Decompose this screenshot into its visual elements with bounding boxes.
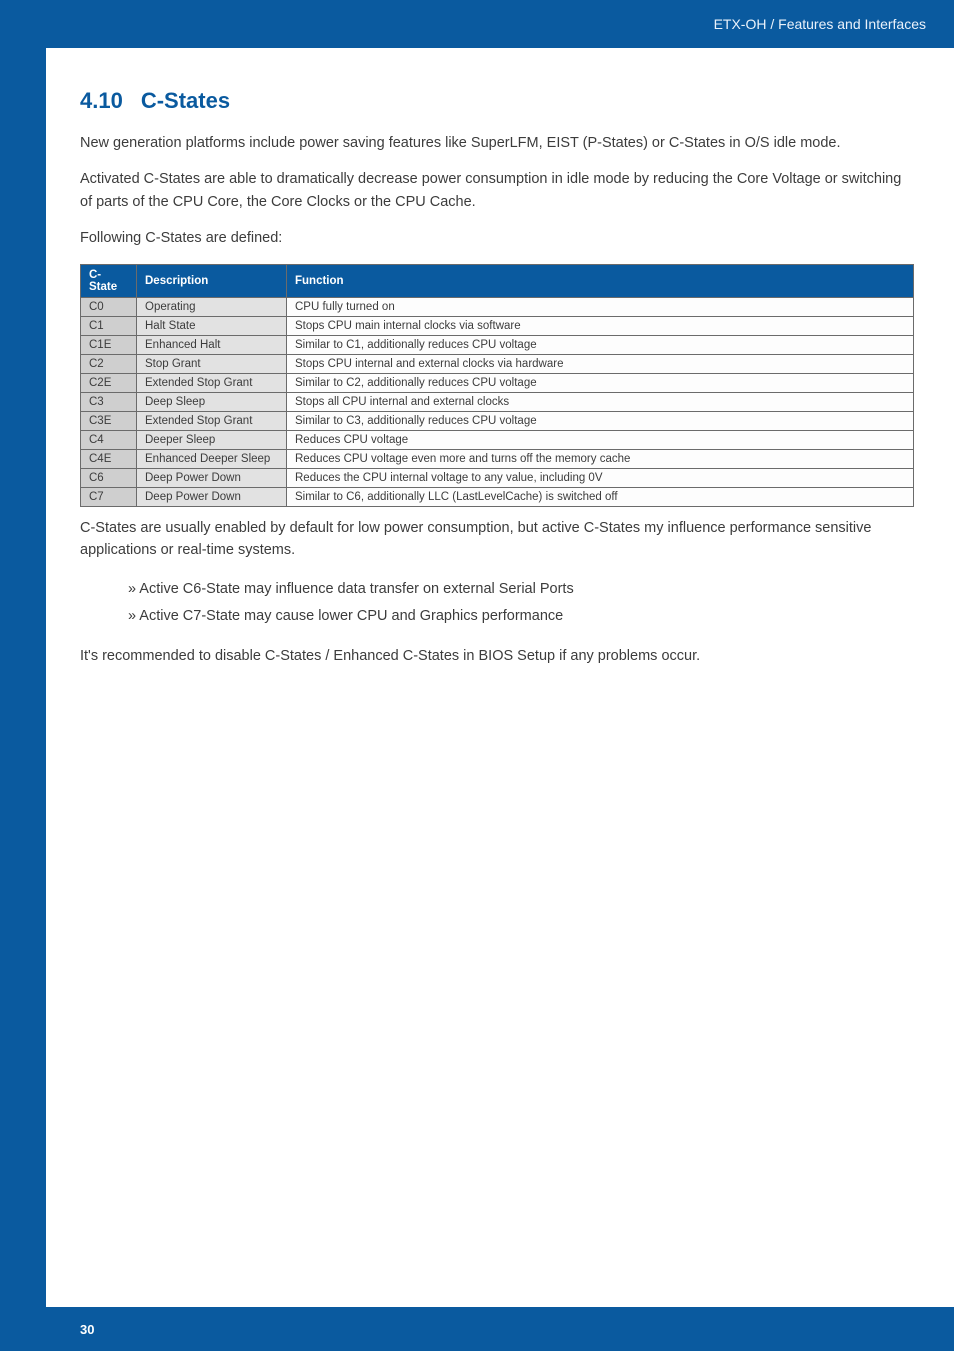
table-row: C0 Operating CPU fully turned on bbox=[81, 297, 914, 316]
table-row: C1E Enhanced Halt Similar to C1, additio… bbox=[81, 335, 914, 354]
cell-desc: Extended Stop Grant bbox=[137, 373, 287, 392]
left-stripe bbox=[0, 0, 46, 1351]
cell-desc: Stop Grant bbox=[137, 354, 287, 373]
table-row: C4 Deeper Sleep Reduces CPU voltage bbox=[81, 430, 914, 449]
cell-desc: Deep Sleep bbox=[137, 392, 287, 411]
cell-desc: Enhanced Deeper Sleep bbox=[137, 449, 287, 468]
cell-cstate: C4E bbox=[81, 449, 137, 468]
cell-cstate: C1 bbox=[81, 316, 137, 335]
cell-desc: Deep Power Down bbox=[137, 487, 287, 506]
cell-func: Reduces the CPU internal voltage to any … bbox=[287, 468, 914, 487]
table-row: C6 Deep Power Down Reduces the CPU inter… bbox=[81, 468, 914, 487]
page-content: 4.10 C-States New generation platforms in… bbox=[80, 88, 914, 681]
table-row: C2E Extended Stop Grant Similar to C2, a… bbox=[81, 373, 914, 392]
para-after-table: C-States are usually enabled by default … bbox=[80, 517, 914, 562]
bullet-list: Active C6-State may influence data trans… bbox=[128, 576, 914, 631]
cell-cstate: C3E bbox=[81, 411, 137, 430]
cell-func: Reduces CPU voltage even more and turns … bbox=[287, 449, 914, 468]
table-row: C3E Extended Stop Grant Similar to C3, a… bbox=[81, 411, 914, 430]
cell-desc: Deep Power Down bbox=[137, 468, 287, 487]
cell-desc: Extended Stop Grant bbox=[137, 411, 287, 430]
cell-cstate: C6 bbox=[81, 468, 137, 487]
cell-func: Reduces CPU voltage bbox=[287, 430, 914, 449]
cell-func: CPU fully turned on bbox=[287, 297, 914, 316]
breadcrumb: ETX-OH / Features and Interfaces bbox=[714, 16, 926, 32]
th-cstate: C-State bbox=[81, 264, 137, 297]
cell-cstate: C3 bbox=[81, 392, 137, 411]
cell-cstate: C0 bbox=[81, 297, 137, 316]
th-description: Description bbox=[137, 264, 287, 297]
cell-cstate: C1E bbox=[81, 335, 137, 354]
list-item: Active C6-State may influence data trans… bbox=[128, 576, 914, 604]
cell-desc: Deeper Sleep bbox=[137, 430, 287, 449]
cell-func: Stops CPU main internal clocks via softw… bbox=[287, 316, 914, 335]
cell-func: Similar to C3, additionally reduces CPU … bbox=[287, 411, 914, 430]
cell-desc: Enhanced Halt bbox=[137, 335, 287, 354]
section-title: 4.10 C-States bbox=[80, 88, 914, 114]
th-function: Function bbox=[287, 264, 914, 297]
header-bar: ETX-OH / Features and Interfaces bbox=[0, 0, 954, 48]
cell-func: Stops CPU internal and external clocks v… bbox=[287, 354, 914, 373]
cell-desc: Operating bbox=[137, 297, 287, 316]
table-row: C2 Stop Grant Stops CPU internal and ext… bbox=[81, 354, 914, 373]
table-row: C4E Enhanced Deeper Sleep Reduces CPU vo… bbox=[81, 449, 914, 468]
table-row: C3 Deep Sleep Stops all CPU internal and… bbox=[81, 392, 914, 411]
para-table-lead: Following C-States are defined: bbox=[80, 227, 914, 249]
cell-func: Similar to C6, additionally LLC (LastLev… bbox=[287, 487, 914, 506]
cstates-table: C-State Description Function C0 Operatin… bbox=[80, 264, 914, 507]
table-row: C1 Halt State Stops CPU main internal cl… bbox=[81, 316, 914, 335]
section-heading-text: C-States bbox=[141, 88, 230, 113]
cell-func: Similar to C2, additionally reduces CPU … bbox=[287, 373, 914, 392]
cell-desc: Halt State bbox=[137, 316, 287, 335]
footer-bar: 30 bbox=[0, 1307, 954, 1351]
cell-cstate: C2 bbox=[81, 354, 137, 373]
section-number: 4.10 bbox=[80, 88, 123, 113]
cell-func: Stops all CPU internal and external cloc… bbox=[287, 392, 914, 411]
table-row: C7 Deep Power Down Similar to C6, additi… bbox=[81, 487, 914, 506]
para-recommendation: It's recommended to disable C-States / E… bbox=[80, 645, 914, 667]
list-item: Active C7-State may cause lower CPU and … bbox=[128, 603, 914, 631]
page-number: 30 bbox=[80, 1322, 94, 1337]
para-intro-1: New generation platforms include power s… bbox=[80, 132, 914, 154]
cell-cstate: C4 bbox=[81, 430, 137, 449]
cell-cstate: C7 bbox=[81, 487, 137, 506]
para-intro-2: Activated C-States are able to dramatica… bbox=[80, 168, 914, 213]
cell-cstate: C2E bbox=[81, 373, 137, 392]
table-header-row: C-State Description Function bbox=[81, 264, 914, 297]
cell-func: Similar to C1, additionally reduces CPU … bbox=[287, 335, 914, 354]
